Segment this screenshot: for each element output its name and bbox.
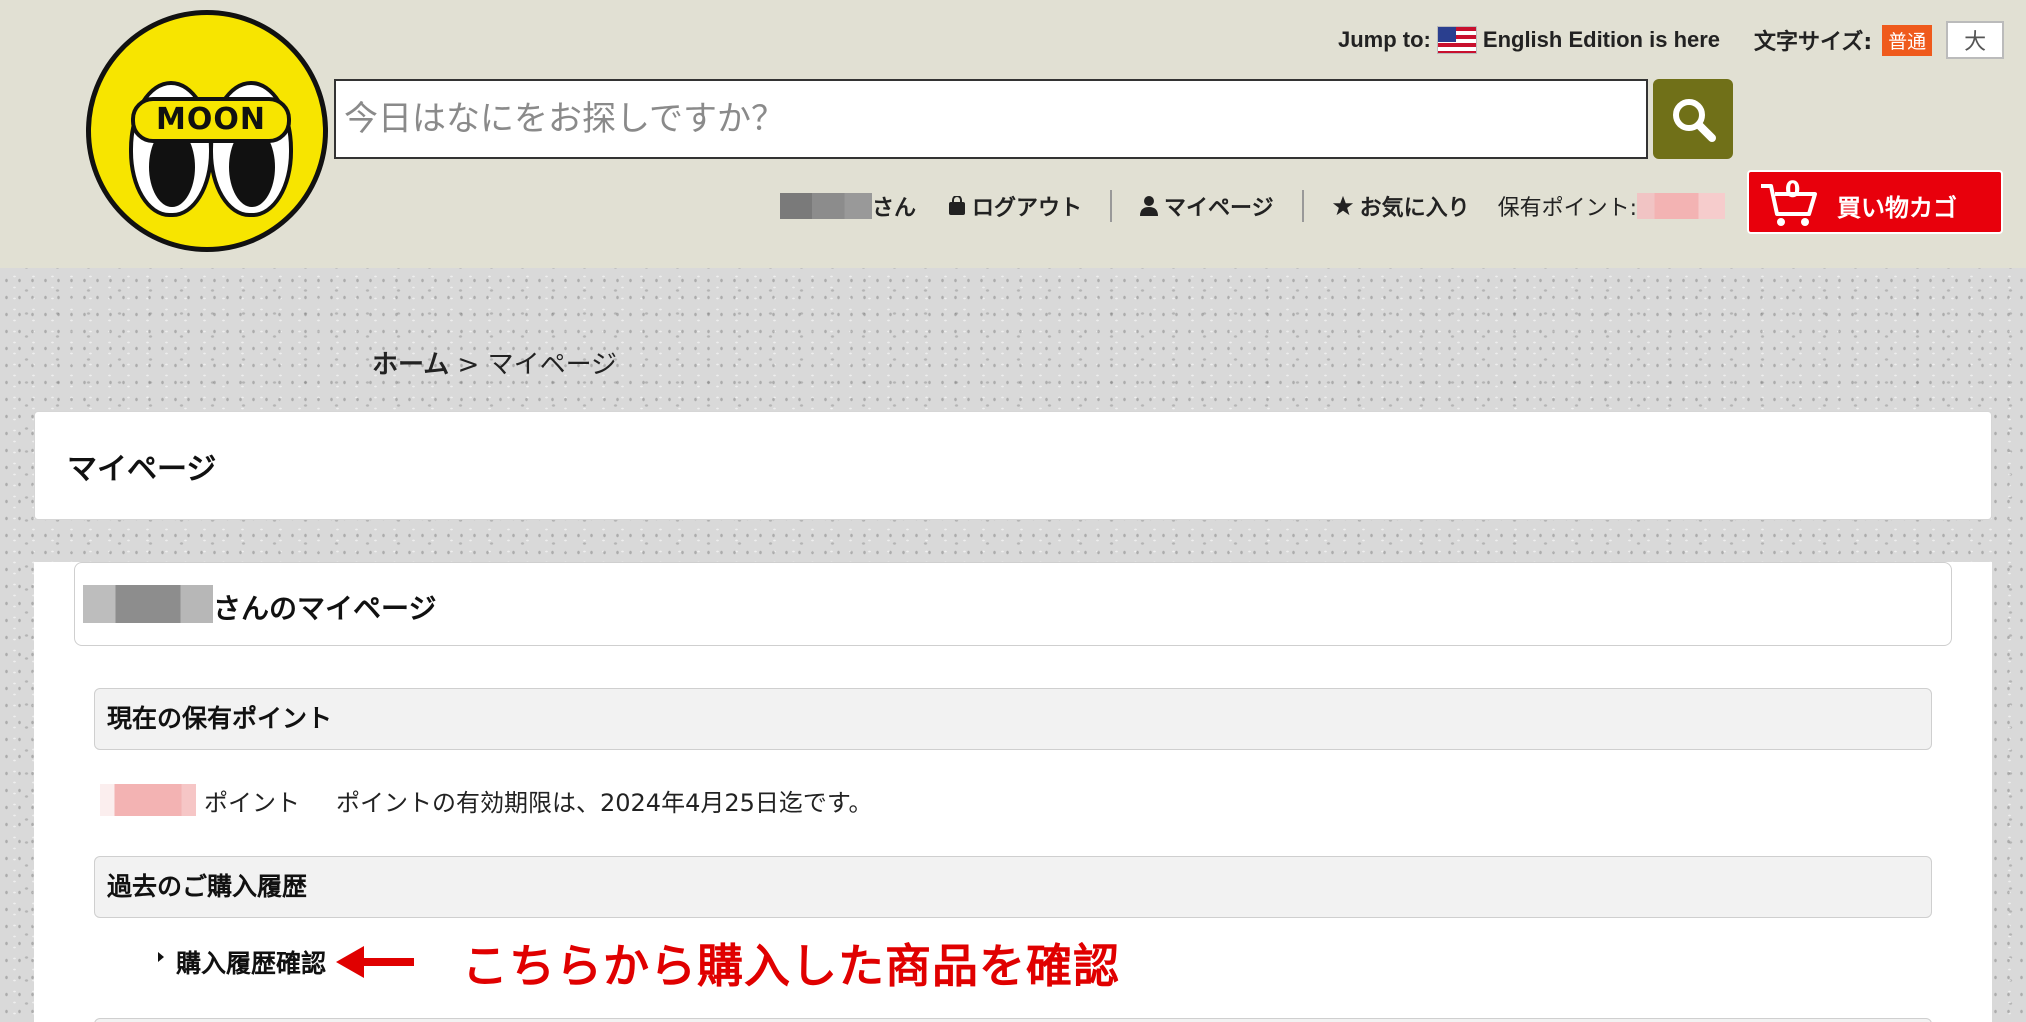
breadcrumb-home[interactable]: ホーム <box>372 350 449 380</box>
points-label: 保有ポイント: <box>1497 196 1638 221</box>
next-section-heading <box>94 1018 1932 1022</box>
favorites-label: お気に入り <box>1359 196 1470 221</box>
masked-points <box>1637 193 1726 219</box>
language-jump: Jump to: English Edition is here <box>1338 22 1720 58</box>
masked-username <box>780 193 872 219</box>
logout-link[interactable]: ログアウト <box>948 190 1082 222</box>
logout-label: ログアウト <box>972 196 1083 221</box>
masked-point-value <box>100 784 196 816</box>
breadcrumb-current: マイページ <box>487 350 618 380</box>
page-title: マイページ <box>67 452 217 487</box>
search-icon <box>1673 99 1716 142</box>
breadcrumb: ホーム > マイページ <box>372 344 617 381</box>
search-button[interactable] <box>1653 79 1733 159</box>
user-greeting: さんのマイページ <box>213 592 437 625</box>
bullet-triangle-icon <box>158 952 164 962</box>
moon-logo[interactable]: MOON <box>86 10 328 252</box>
points-info: ポイント ポイントの有効期限は、2024年4月25日迄です。 <box>100 780 873 820</box>
font-size-switcher: 文字サイズ: 普通 大 <box>1754 21 2005 59</box>
cart-label: 買い物カゴ <box>1837 194 1957 222</box>
search-input[interactable] <box>334 79 1648 159</box>
history-section-heading: 過去のご購入履歴 <box>94 856 1932 918</box>
cart-count: 0 <box>1785 178 1801 203</box>
purchase-history-label: 購入履歴確認 <box>176 949 327 978</box>
site-header: MOON Jump to: English Edition is here 文字… <box>0 0 2026 268</box>
us-flag-icon <box>1436 26 1477 54</box>
points-expiry: ポイントの有効期限は、2024年4月25日迄です。 <box>336 788 873 817</box>
mypage-label: マイページ <box>1164 196 1274 221</box>
jump-label: Jump to: <box>1338 27 1431 52</box>
annotation-text: こちらから購入した商品を確認 <box>462 939 1120 993</box>
font-size-normal-button[interactable]: 普通 <box>1882 24 1933 56</box>
user-suffix: さん <box>872 196 917 221</box>
masked-username <box>83 585 213 623</box>
cart-button[interactable]: 0 買い物カゴ <box>1747 170 2003 234</box>
points-section-heading: 現在の保有ポイント <box>94 688 1932 750</box>
user-greeting-box: さんのマイページ <box>74 562 1952 646</box>
points-unit: ポイント <box>204 788 300 817</box>
page-title-box: マイページ <box>34 411 1992 520</box>
nav-divider <box>1301 190 1304 222</box>
font-size-label: 文字サイズ: <box>1754 30 1873 55</box>
user-nav: さん ログアウト マイページ お気に入り 保有ポイント: <box>780 186 1726 226</box>
english-edition-link[interactable]: English Edition is here <box>1483 27 1720 53</box>
annotation-arrow-icon <box>336 946 414 978</box>
person-icon <box>1140 196 1159 216</box>
favorites-link[interactable]: お気に入り <box>1332 190 1470 222</box>
mypage-link[interactable]: マイページ <box>1140 190 1274 222</box>
nav-divider <box>1110 190 1113 222</box>
breadcrumb-separator: > <box>449 350 488 380</box>
purchase-history-link[interactable]: 購入履歴確認 <box>158 944 326 980</box>
bag-icon <box>949 196 966 215</box>
font-size-large-button[interactable]: 大 <box>1946 21 2005 59</box>
logo-wordmark: MOON <box>131 97 291 143</box>
star-icon <box>1332 195 1353 216</box>
